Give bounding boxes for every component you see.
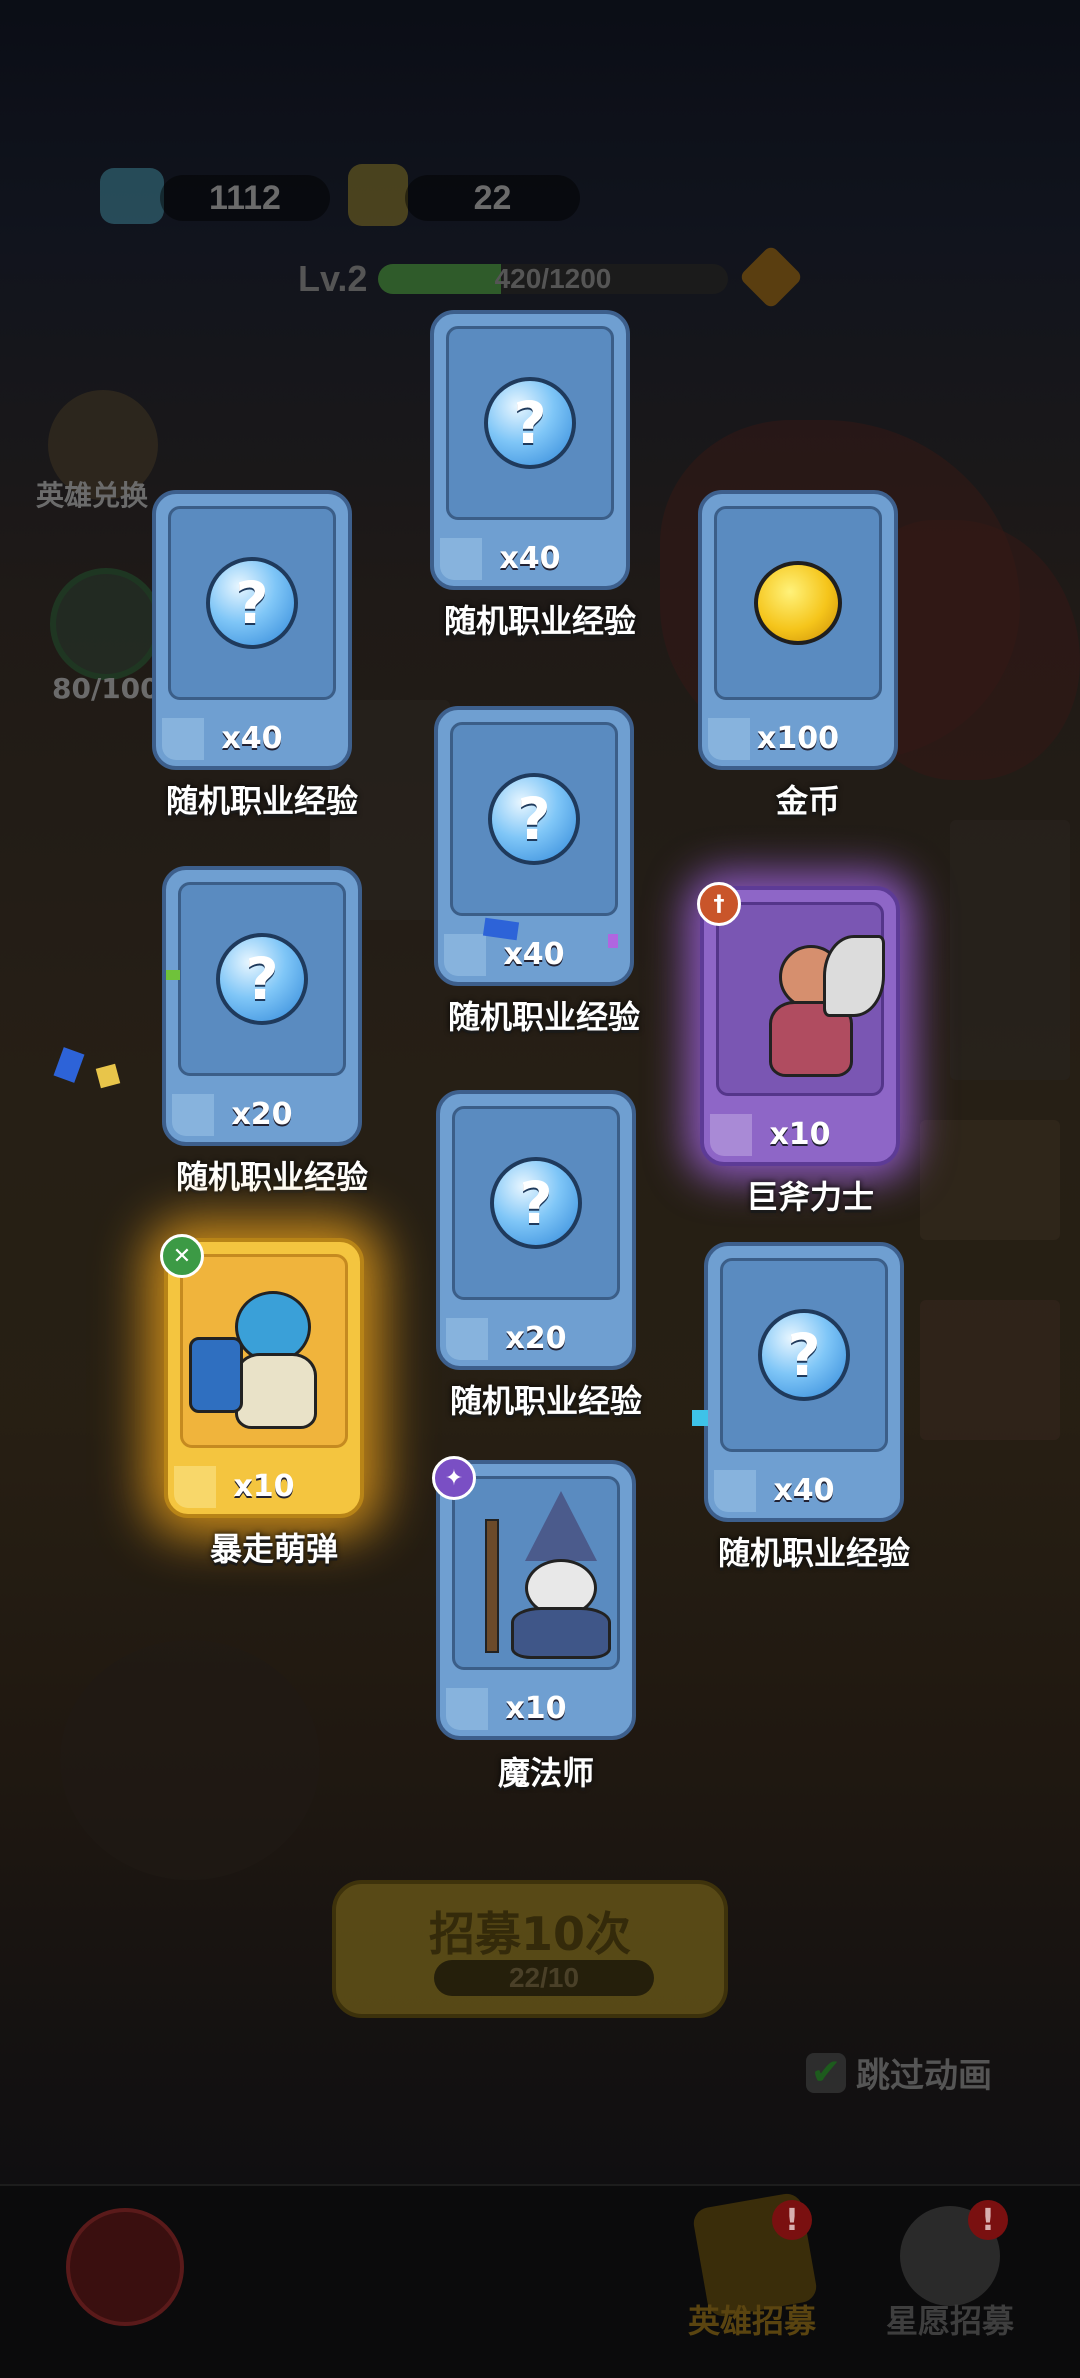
wizard-robe bbox=[511, 1607, 611, 1659]
card-label: 金币 bbox=[775, 782, 840, 820]
reward-card[interactable]: ? x40 bbox=[152, 490, 352, 770]
reward-card[interactable]: ? x20 bbox=[162, 866, 362, 1146]
warrior-class-icon: † bbox=[697, 882, 741, 926]
reward-card[interactable]: ? x40 bbox=[430, 310, 630, 590]
card-label: 随机职业经验 bbox=[447, 998, 640, 1036]
card-label: 随机职业经验 bbox=[717, 1534, 910, 1572]
axe-icon bbox=[823, 935, 885, 1017]
reward-card[interactable]: x100 bbox=[698, 490, 898, 770]
card-quantity: x40 bbox=[503, 937, 565, 972]
card-quantity: x10 bbox=[769, 1117, 831, 1152]
reward-card-hero[interactable]: x10 bbox=[164, 1238, 364, 1518]
question-orb-icon: ? bbox=[206, 557, 298, 649]
card-frame: ? bbox=[178, 882, 346, 1076]
gold-coin-icon bbox=[754, 561, 842, 645]
card-frame: ? bbox=[452, 1106, 620, 1300]
recruit-10-button[interactable]: 招募10次 22/10 bbox=[332, 1880, 728, 2018]
ticket-icon bbox=[348, 164, 408, 226]
card-label: 随机职业经验 bbox=[449, 1382, 642, 1420]
confetti bbox=[166, 970, 180, 980]
hero-exchange-label: 英雄兑换 bbox=[36, 479, 149, 512]
skip-animation-toggle[interactable]: ✔ 跳过动画 bbox=[806, 2048, 992, 2097]
star-icon[interactable] bbox=[50, 568, 162, 680]
reward-card[interactable]: ? x20 bbox=[436, 1090, 636, 1370]
star-progress: 80/100 bbox=[52, 672, 160, 705]
card-label: 巨斧力士 bbox=[745, 1178, 874, 1216]
card-frame: ? bbox=[720, 1258, 888, 1452]
card-quantity: x10 bbox=[505, 1691, 567, 1726]
card-label: 随机职业经验 bbox=[165, 782, 358, 820]
close-battle-icon[interactable] bbox=[66, 2208, 184, 2326]
card-quantity: x40 bbox=[221, 721, 283, 756]
reward-card[interactable]: ? x40 bbox=[704, 1242, 904, 1522]
player-level: Lv.2 bbox=[298, 258, 368, 299]
skip-animation-label: 跳过动画 bbox=[856, 2056, 992, 2096]
question-orb-icon: ? bbox=[216, 933, 308, 1025]
card-frame: ? bbox=[450, 722, 618, 916]
question-orb-icon: ? bbox=[490, 1157, 582, 1249]
card-frame bbox=[714, 506, 882, 700]
card-quantity: x20 bbox=[231, 1097, 293, 1132]
confetti bbox=[608, 934, 618, 948]
gunner-body bbox=[235, 1353, 317, 1429]
card-label: 随机职业经验 bbox=[175, 1158, 368, 1196]
ranger-class-icon: ✕ bbox=[160, 1234, 204, 1278]
wizard-hat-icon bbox=[525, 1491, 597, 1561]
gem-count: 1112 bbox=[160, 175, 330, 221]
cannon-icon bbox=[189, 1337, 243, 1413]
card-quantity: x40 bbox=[499, 541, 561, 576]
notification-badge: ! bbox=[772, 2200, 812, 2240]
card-frame bbox=[452, 1476, 620, 1670]
wizard-staff-icon bbox=[485, 1519, 499, 1653]
gem-icon bbox=[100, 168, 164, 224]
reward-card-hero[interactable]: x10 bbox=[436, 1460, 636, 1740]
exp-bar: 420/1200 bbox=[378, 264, 728, 294]
reward-card-hero[interactable]: x10 bbox=[700, 886, 900, 1166]
card-label: 暴走萌弹 bbox=[209, 1530, 338, 1568]
mage-class-icon: ✦ bbox=[432, 1456, 476, 1500]
confetti bbox=[692, 1410, 708, 1426]
recruit-ticket-count: 22/10 bbox=[434, 1960, 654, 1996]
card-quantity: x10 bbox=[233, 1469, 295, 1504]
question-orb-icon: ? bbox=[758, 1309, 850, 1401]
card-quantity: x20 bbox=[505, 1321, 567, 1356]
card-frame bbox=[716, 902, 885, 1096]
card-label: 魔法师 bbox=[497, 1754, 594, 1792]
question-orb-icon: ? bbox=[484, 377, 576, 469]
notification-badge: ! bbox=[968, 2200, 1008, 2240]
card-frame bbox=[180, 1254, 348, 1448]
card-frame: ? bbox=[446, 326, 614, 520]
card-quantity: x40 bbox=[773, 1473, 835, 1508]
check-icon[interactable]: ✔ bbox=[806, 2052, 846, 2093]
card-quantity: x100 bbox=[757, 721, 839, 756]
card-frame: ? bbox=[168, 506, 336, 700]
nav-wish-recruit[interactable]: 星愿招募 bbox=[886, 2296, 1014, 2342]
recruit-10-label: 招募10次 bbox=[428, 1907, 631, 1961]
question-orb-icon: ? bbox=[488, 773, 580, 865]
reward-card[interactable]: ? x40 bbox=[434, 706, 634, 986]
exp-text: 420/1200 bbox=[494, 264, 612, 294]
ticket-count: 22 bbox=[405, 175, 580, 221]
card-label: 随机职业经验 bbox=[443, 602, 636, 640]
bottom-nav: ! 英雄招募 ! 星愿招募 bbox=[0, 2184, 1080, 2378]
nav-hero-recruit[interactable]: 英雄招募 bbox=[688, 2296, 816, 2342]
